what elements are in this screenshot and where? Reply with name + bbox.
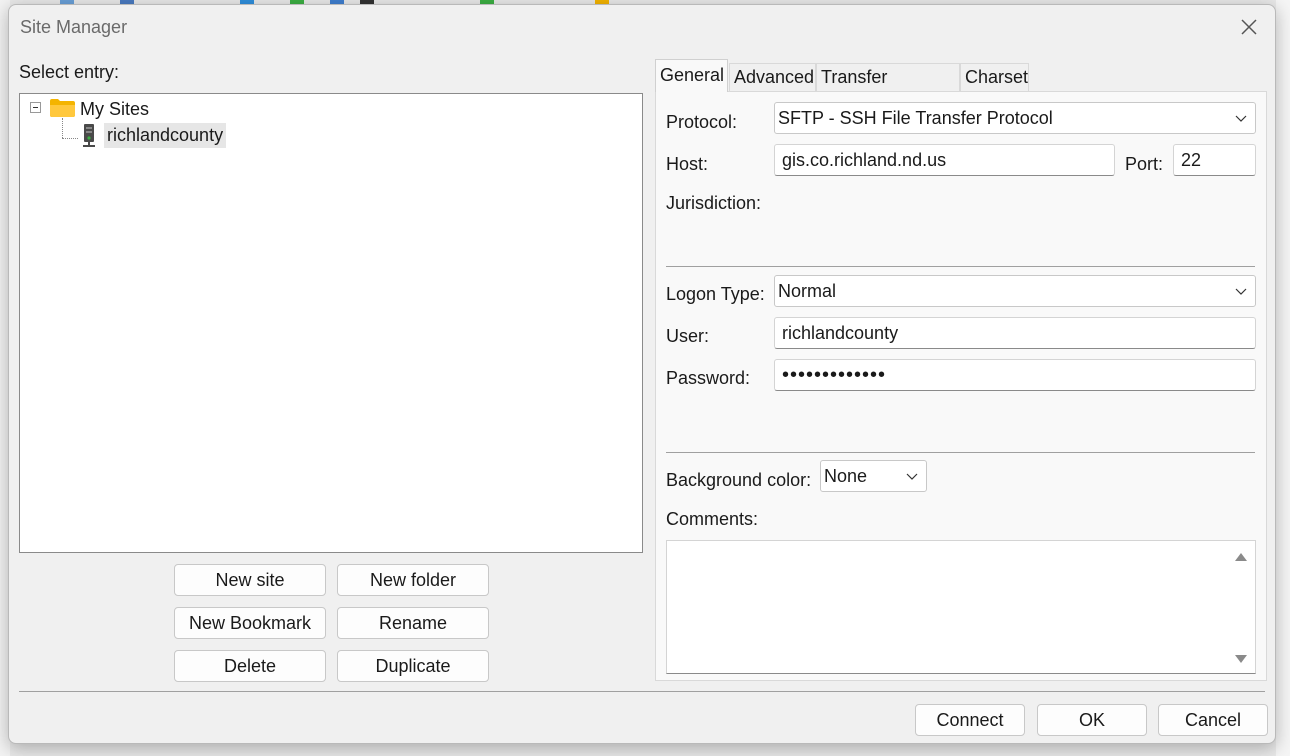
close-button[interactable]	[1237, 15, 1261, 39]
connect-button[interactable]: Connect	[915, 704, 1025, 736]
background-color-label: Background color:	[666, 470, 812, 490]
tab-advanced[interactable]: Advanced	[729, 63, 816, 91]
cancel-button[interactable]: Cancel	[1158, 704, 1268, 736]
host-label: Host:	[666, 154, 709, 174]
site-manager-dialog: Site Manager Select entry: My Sites rich…	[8, 4, 1276, 744]
tab-charset[interactable]: Charset	[960, 63, 1029, 91]
tab-general[interactable]: General	[655, 59, 728, 92]
dialog-title: Site Manager	[20, 17, 128, 37]
new-bookmark-button[interactable]: New Bookmark	[174, 607, 326, 639]
footer-divider	[19, 691, 1265, 692]
host-field[interactable]: gis.co.richland.nd.us	[774, 144, 1115, 176]
delete-button[interactable]: Delete	[174, 650, 326, 682]
chevron-down-icon	[1235, 115, 1247, 122]
new-folder-button[interactable]: New folder	[337, 564, 489, 596]
tree-item-richlandcounty[interactable]: richlandcounty	[104, 123, 227, 148]
logon-type-select[interactable]: Normal	[774, 275, 1256, 307]
chevron-down-icon	[1235, 288, 1247, 295]
site-tree[interactable]: My Sites richlandcounty	[19, 93, 643, 553]
tree-item-my-sites[interactable]: My Sites	[80, 99, 149, 120]
logon-type-value: Normal	[778, 281, 837, 301]
chevron-down-icon	[906, 473, 918, 480]
comments-field[interactable]	[666, 540, 1256, 674]
collapse-toggle[interactable]	[30, 102, 41, 113]
section-divider	[666, 452, 1255, 453]
protocol-select[interactable]: SFTP - SSH File Transfer Protocol	[774, 102, 1256, 134]
title-bar: Site Manager	[9, 5, 1275, 49]
tree-connector	[62, 118, 63, 138]
user-label: User:	[666, 326, 710, 346]
password-field[interactable]: •••••••••••••	[774, 359, 1256, 391]
select-entry-label: Select entry:	[19, 62, 120, 82]
ok-button[interactable]: OK	[1037, 704, 1147, 736]
server-icon	[83, 124, 95, 147]
section-divider	[666, 266, 1255, 267]
folder-icon	[50, 99, 75, 117]
background-window-right	[1276, 0, 1290, 756]
duplicate-button[interactable]: Duplicate	[337, 650, 489, 682]
tab-transfer-settings[interactable]: Transfer Settings	[816, 63, 960, 113]
tree-connector	[62, 138, 78, 139]
background-color-select[interactable]: None	[820, 460, 927, 492]
comments-label: Comments:	[666, 509, 759, 529]
protocol-label: Protocol:	[666, 112, 738, 132]
general-panel: Protocol: SFTP - SSH File Transfer Proto…	[655, 91, 1267, 681]
background-color-value: None	[824, 466, 868, 486]
jurisdiction-label: Jurisdiction:	[666, 193, 762, 213]
logon-type-label: Logon Type:	[666, 284, 765, 304]
protocol-value: SFTP - SSH File Transfer Protocol	[778, 108, 1053, 128]
port-label: Port:	[1125, 154, 1164, 174]
user-field[interactable]: richlandcounty	[774, 317, 1256, 349]
new-site-button[interactable]: New site	[174, 564, 326, 596]
password-label: Password:	[666, 368, 751, 388]
port-field[interactable]: 22	[1173, 144, 1256, 176]
rename-button[interactable]: Rename	[337, 607, 489, 639]
close-icon	[1241, 19, 1257, 35]
scroll-down-arrow[interactable]	[1235, 655, 1247, 663]
scroll-up-arrow[interactable]	[1235, 553, 1247, 561]
